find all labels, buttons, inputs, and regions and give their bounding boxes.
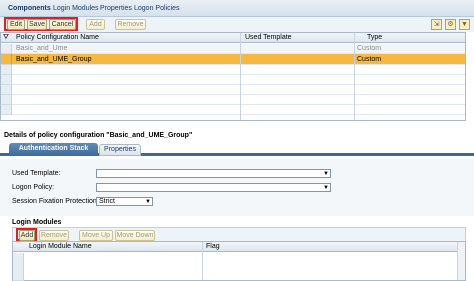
tab-logon-policies[interactable]: Logon Policies xyxy=(134,5,180,12)
login-modules-toolbar: Add Remove Move Up Move Down xyxy=(12,227,466,241)
row-selector[interactable] xyxy=(1,54,12,65)
table-row[interactable] xyxy=(1,95,465,105)
column-divider xyxy=(354,33,355,120)
move-down-button[interactable]: Move Down xyxy=(115,230,155,241)
table-header: Login Module Name Flag xyxy=(13,242,457,252)
tab-login-modules[interactable]: Login Modules xyxy=(53,5,99,12)
table-row[interactable] xyxy=(1,75,465,85)
row-selector[interactable] xyxy=(1,75,12,85)
tab-authentication-stack[interactable]: Authentication Stack xyxy=(9,143,98,156)
row-selector[interactable] xyxy=(1,44,12,54)
row-selector[interactable] xyxy=(1,95,12,105)
header-flag[interactable]: Flag xyxy=(206,243,220,250)
cell-name: Basic_and_Ume xyxy=(16,45,68,52)
remove-button[interactable]: Remove xyxy=(115,19,146,30)
edit-button[interactable]: Edit xyxy=(7,19,25,30)
tab-properties[interactable]: Properties xyxy=(100,5,132,12)
table-row[interactable] xyxy=(1,105,465,115)
row-selector[interactable] xyxy=(13,253,24,281)
chevron-down-icon: ▼ xyxy=(145,199,151,205)
session-fixation-select[interactable]: Strict ▼ xyxy=(96,197,153,206)
column-divider xyxy=(202,242,203,280)
vertical-scrollbar[interactable] xyxy=(457,242,465,280)
login-modules-table: Login Module Name Flag xyxy=(12,241,466,281)
remove-login-module-button[interactable]: Remove xyxy=(39,230,69,241)
cell-type: Custom xyxy=(357,56,382,63)
chevron-down-icon: ▼ xyxy=(323,185,329,191)
used-template-select[interactable]: ▼ xyxy=(96,169,331,178)
header-type[interactable]: Type xyxy=(367,34,382,41)
move-up-button[interactable]: Move Up xyxy=(79,230,113,241)
logon-policy-select[interactable]: ▼ xyxy=(96,183,331,192)
save-button[interactable]: Save xyxy=(27,19,47,30)
details-tabstrip: Authentication Stack Properties xyxy=(0,143,474,156)
top-nav-bar: Components Login Modules Properties Logo… xyxy=(0,0,474,17)
cell-name: Basic_and_UME_Group xyxy=(16,56,92,63)
header-policy-name[interactable]: Policy Configuration Name xyxy=(16,34,99,41)
used-template-label: Used Template: xyxy=(12,170,61,177)
settings-icon[interactable]: ⚙ xyxy=(445,19,456,30)
add-button[interactable]: Add xyxy=(86,19,105,30)
details-title: Details of policy configuration "Basic_a… xyxy=(4,132,193,139)
row-selector[interactable] xyxy=(1,85,12,95)
filter-icon[interactable]: ▼ xyxy=(459,19,470,30)
column-divider xyxy=(240,33,241,120)
tab-properties-detail[interactable]: Properties xyxy=(99,144,141,156)
authentication-stack-form: Used Template: ▼ Logon Policy: ▼ Session… xyxy=(0,159,474,216)
table-row[interactable] xyxy=(1,65,465,75)
login-modules-title: Login Modules xyxy=(12,219,62,226)
table-row[interactable] xyxy=(1,85,465,95)
cancel-button[interactable]: Cancel xyxy=(49,19,76,30)
cell-type: Custom xyxy=(357,45,382,52)
policy-toolbar: Edit Save Cancel Add Remove ⇲ ⚙ ▼ xyxy=(0,17,474,32)
filter-icon[interactable]: ⛛ xyxy=(3,34,9,42)
header-used-template[interactable]: Used Template xyxy=(245,34,292,41)
table-row-selected[interactable]: Basic_and_UME_Group Custom xyxy=(1,54,465,65)
logon-policy-label: Logon Policy: xyxy=(12,184,55,191)
table-header: ⛛ Policy Configuration Name Used Templat… xyxy=(1,33,465,43)
row-selector[interactable] xyxy=(1,65,12,75)
export-icon[interactable]: ⇲ xyxy=(431,19,442,30)
chevron-down-icon: ▼ xyxy=(323,171,329,177)
row-selector[interactable] xyxy=(1,105,12,115)
tab-components[interactable]: Components xyxy=(8,5,51,12)
session-fixation-label: Session Fixation Protection: xyxy=(12,198,99,205)
header-login-module-name[interactable]: Login Module Name xyxy=(29,243,92,250)
table-row[interactable]: Basic_and_Ume Custom xyxy=(1,44,465,54)
policy-configuration-table: ⛛ Policy Configuration Name Used Templat… xyxy=(0,32,466,121)
session-fixation-value: Strict xyxy=(99,198,115,205)
add-login-module-button[interactable]: Add xyxy=(19,230,35,241)
